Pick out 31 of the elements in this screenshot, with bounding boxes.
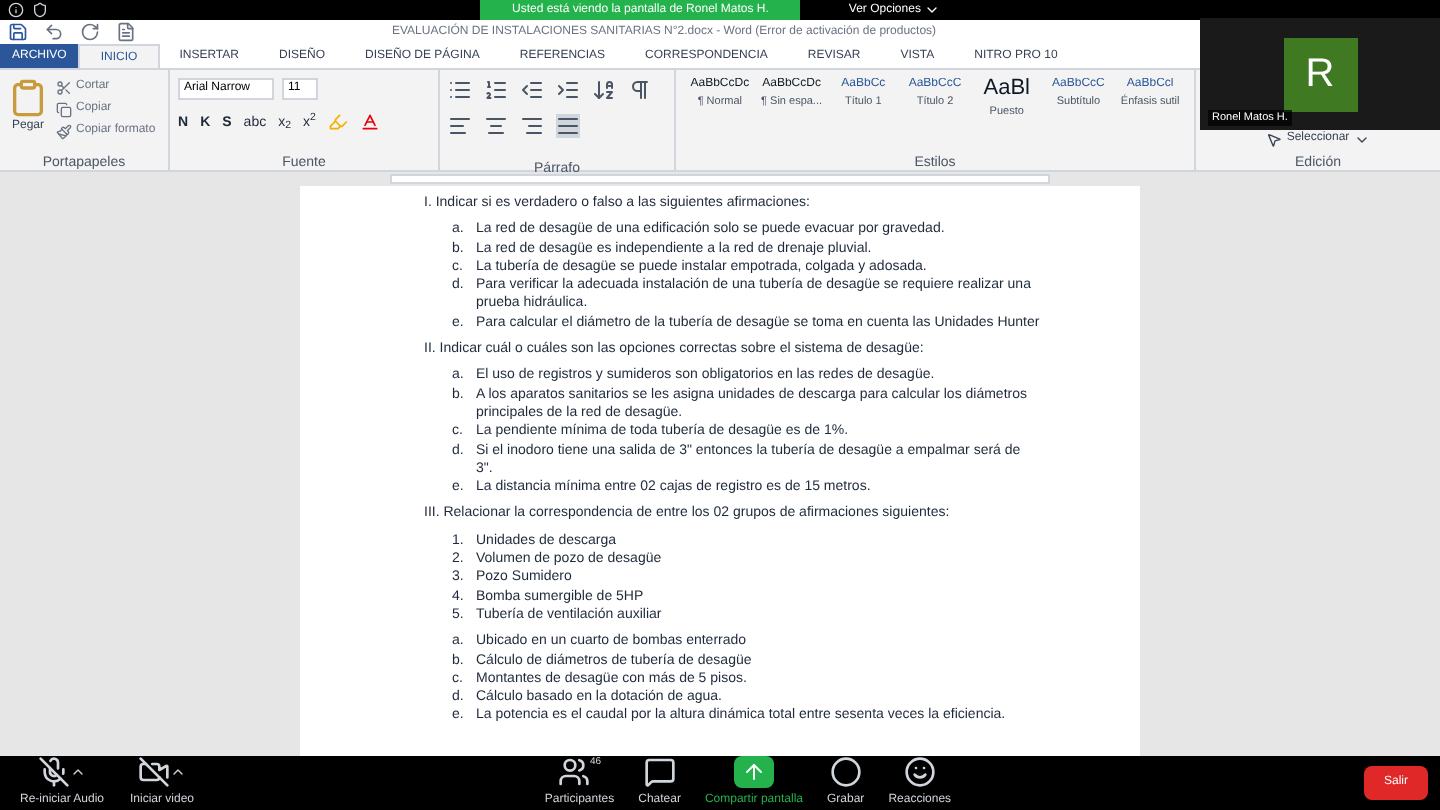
caret-icon: [924, 2, 941, 18]
chat-icon: [643, 756, 676, 788]
align-left-icon[interactable]: [448, 114, 472, 138]
participants-icon: [557, 756, 590, 788]
participant-avatar: R: [1283, 37, 1357, 111]
copy-icon: [56, 101, 72, 117]
shield-icon[interactable]: [32, 2, 48, 18]
sort-icon[interactable]: [592, 78, 616, 102]
align-right-icon[interactable]: [520, 114, 544, 138]
video-off-icon: [138, 756, 170, 788]
record-icon: [829, 756, 862, 788]
increase-indent-icon[interactable]: [556, 78, 580, 102]
caret-icon: [70, 764, 86, 780]
align-center-icon[interactable]: [484, 114, 508, 138]
info-icon[interactable]: [8, 2, 24, 18]
save-icon[interactable]: [8, 22, 28, 42]
numbered-list-icon[interactable]: [484, 78, 508, 102]
new-document-icon[interactable]: [116, 22, 136, 42]
redo-icon[interactable]: [80, 22, 100, 42]
pointer-icon: [1266, 131, 1283, 147]
caret-icon: [170, 764, 186, 780]
decrease-indent-icon[interactable]: [520, 78, 544, 102]
muted-mic-icon: [38, 756, 70, 788]
pilcrow-icon[interactable]: [628, 78, 652, 102]
paintbrush-icon: [56, 123, 72, 139]
font-color-icon[interactable]: [359, 112, 380, 132]
clipboard-icon: [8, 78, 48, 118]
reactions-icon: [903, 756, 936, 788]
scissors-icon: [56, 79, 72, 95]
undo-icon[interactable]: [44, 22, 64, 42]
justify-icon[interactable]: [556, 114, 580, 138]
